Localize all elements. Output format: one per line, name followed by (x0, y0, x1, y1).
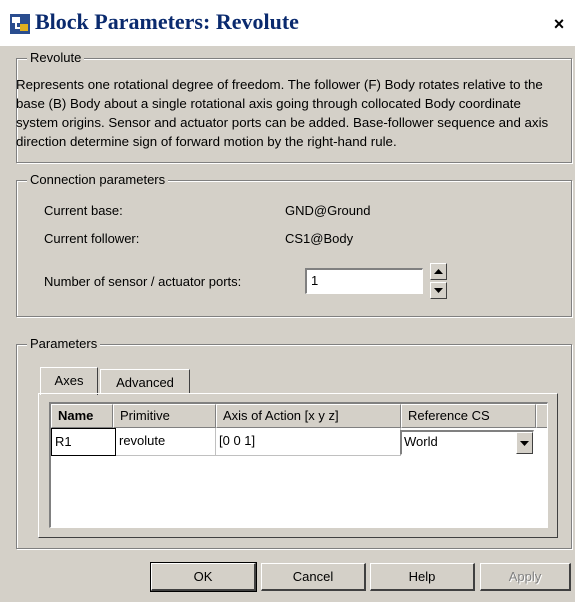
ports-input[interactable]: 1 (305, 268, 423, 294)
table-cell-axis[interactable]: [0 0 1] (216, 428, 401, 456)
connection-parameters-group: Connection parameters (16, 172, 572, 317)
ports-label: Number of sensor / actuator ports: (44, 274, 242, 289)
current-base-value: GND@Ground (285, 203, 371, 218)
help-button[interactable]: Help (370, 563, 475, 591)
reference-cs-select[interactable]: World (400, 430, 534, 455)
cancel-button-label: Cancel (292, 569, 334, 584)
connection-parameters-title: Connection parameters (27, 172, 169, 187)
column-header-name[interactable]: Name (51, 404, 113, 428)
table-cell-name[interactable]: R1 (51, 428, 116, 456)
parameters-title: Parameters (27, 336, 101, 351)
tab-advanced[interactable]: Advanced (100, 369, 190, 393)
chevron-down-icon (520, 441, 529, 446)
column-header-axis[interactable]: Axis of Action [x y z] (216, 404, 401, 428)
window-title: Block Parameters: Revolute (35, 9, 299, 34)
reference-cs-value: World (404, 434, 438, 449)
table-cell-primitive[interactable]: revolute (116, 428, 216, 456)
arrow-up-icon (434, 269, 443, 274)
help-button-label: Help (408, 569, 436, 584)
ok-button[interactable]: OK (150, 562, 257, 592)
current-follower-label: Current follower: (44, 231, 140, 246)
ports-spin-up[interactable] (430, 263, 447, 280)
tab-advanced-label: Advanced (116, 375, 174, 390)
tab-axes[interactable]: Axes (40, 367, 98, 395)
current-follower-value: CS1@Body (285, 231, 354, 246)
ports-spin-down[interactable] (430, 282, 447, 299)
cancel-button[interactable]: Cancel (261, 563, 366, 591)
apply-button[interactable]: Apply (480, 563, 571, 591)
ok-button-label: OK (193, 569, 213, 584)
title-bar: Block Parameters: Revolute × (0, 0, 575, 46)
column-header-filler (536, 404, 547, 428)
current-base-label: Current base: (44, 203, 123, 218)
reference-cs-dropdown-button[interactable] (516, 432, 533, 454)
axes-table[interactable]: Name Primitive Axis of Action [x y z] Re… (49, 402, 548, 528)
apply-button-label: Apply (508, 569, 542, 584)
block-description: Represents one rotational degree of free… (16, 77, 549, 149)
close-button[interactable]: × (549, 14, 569, 34)
arrow-down-icon (434, 288, 443, 293)
tab-axes-label: Axes (54, 373, 84, 388)
column-header-primitive[interactable]: Primitive (113, 404, 216, 428)
block-icon (10, 14, 30, 34)
column-header-reference[interactable]: Reference CS (401, 404, 536, 428)
description-group-title: Revolute (27, 50, 85, 65)
